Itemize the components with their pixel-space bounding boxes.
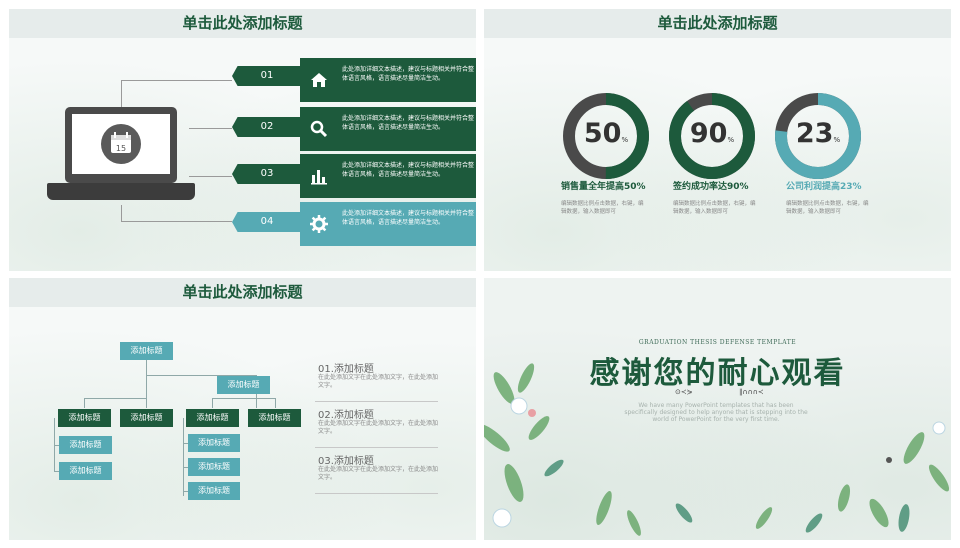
step-text: 此处添加详细文本描述，建议与标题相关并符合整体语言风格，语言描述尽量简洁生动。 — [342, 115, 475, 131]
stat-value: 50 — [583, 118, 622, 149]
slide-title: 单击此处添加标题 — [9, 278, 476, 307]
step-text: 此处添加详细文本描述，建议与标题相关并符合整体语言风格，语言描述尽量简洁生动。 — [342, 210, 475, 226]
stat-percent: % — [621, 136, 629, 144]
stat-desc: 编辑数据比例点击数据，右键，编辑数据，输入数据即可 — [561, 201, 644, 215]
org-node[interactable]: 添加标题 — [188, 434, 240, 452]
tree-line — [146, 360, 147, 408]
step-card[interactable]: 此处添加详细文本描述，建议与标题相关并符合整体语言风格，语言描述尽量简洁生动。 — [300, 107, 476, 151]
slide-org-chart[interactable]: 单击此处添加标题 添加标题 添加标题 添加标题 添加标题 添加标题 添加标题 添… — [9, 278, 476, 540]
org-node[interactable]: 添加标题 — [188, 458, 240, 476]
tree-line — [212, 398, 275, 399]
magnifier-icon — [300, 107, 338, 151]
stat-label: 签约成功率达90% — [673, 182, 749, 192]
slide-title: 单击此处添加标题 — [484, 9, 951, 38]
stat-label: 公司利润提高23% — [786, 182, 862, 192]
org-node[interactable]: 添加标题 — [59, 436, 112, 454]
step-number: 03 — [232, 164, 302, 184]
stat-label: 销售量全年提高50% — [561, 182, 646, 192]
step-number: 02 — [232, 117, 302, 137]
tree-line — [275, 398, 276, 408]
tree-line — [256, 393, 257, 408]
stat-ring: 50% — [562, 92, 650, 184]
info-title: 01.添加标题 — [318, 364, 374, 375]
tree-line — [84, 398, 146, 399]
divider — [315, 447, 438, 448]
org-node[interactable]: 添加标题 — [188, 482, 240, 500]
org-node[interactable]: 添加标题 — [186, 409, 239, 427]
stat-percent: % — [727, 136, 735, 144]
laptop-base — [47, 183, 195, 200]
step-text: 此处添加详细文本描述，建议与标题相关并符合整体语言风格，语言描述尽量简洁生动。 — [342, 66, 475, 82]
connector-line — [189, 128, 232, 129]
info-title: 02.添加标题 — [318, 410, 374, 421]
slide-title: 单击此处添加标题 — [9, 9, 476, 38]
tree-line — [84, 398, 85, 408]
stat-value: 23 — [795, 118, 834, 149]
connector-line — [121, 221, 232, 222]
connector-line — [121, 80, 122, 107]
slide-description: We have many PowerPoint templates that h… — [624, 402, 808, 423]
tree-line — [183, 418, 184, 496]
stat-ring: 90% — [668, 92, 756, 184]
org-node[interactable]: 添加标题 — [120, 342, 173, 360]
org-node[interactable]: 添加标题 — [217, 376, 270, 394]
stat-desc: 编辑数据比例点击数据，右键，编辑数据，输入数据即可 — [673, 201, 756, 215]
laptop-screen: 15 — [65, 107, 177, 183]
org-node[interactable]: 添加标题 — [248, 409, 301, 427]
step-text: 此处添加详细文本描述，建议与标题相关并符合整体语言风格，语言描述尽量简洁生动。 — [342, 162, 475, 178]
divider — [315, 493, 438, 494]
info-title: 03.添加标题 — [318, 456, 374, 467]
info-text: 在此处添加文字在此处添加文字，在此处添加文字。 — [318, 420, 439, 435]
calendar-icon: 15 — [101, 124, 141, 164]
stat-percent: % — [833, 136, 841, 144]
step-card[interactable]: 此处添加详细文本描述，建议与标题相关并符合整体语言风格，语言描述尽量简洁生动。 — [300, 58, 476, 102]
bar-chart-icon — [300, 154, 338, 198]
logo-mark: ∥∩∩∩≺ — [739, 388, 764, 396]
stat-value: 90 — [689, 118, 728, 149]
step-card[interactable]: 此处添加详细文本描述，建议与标题相关并符合整体语言风格，语言描述尽量简洁生动。 — [300, 202, 476, 246]
org-node[interactable]: 添加标题 — [58, 409, 111, 427]
stat-desc: 编辑数据比例点击数据，右键，编辑数据，输入数据即可 — [786, 201, 869, 215]
gear-icon — [300, 202, 338, 246]
step-number: 01 — [232, 66, 302, 86]
slide-subtitle: GRADUATION THESIS DEFENSE TEMPLATE — [638, 339, 797, 346]
info-text: 在此处添加文字在此处添加文字，在此处添加文字。 — [318, 466, 439, 481]
step-card[interactable]: 此处添加详细文本描述，建议与标题相关并符合整体语言风格，语言描述尽量简洁生动。 — [300, 154, 476, 198]
divider — [315, 401, 438, 402]
connector-line — [189, 176, 232, 177]
logo-mark: ⊙≺⋟ — [675, 388, 693, 396]
info-text: 在此处添加文字在此处添加文字，在此处添加文字。 — [318, 374, 439, 389]
svg-text:15: 15 — [116, 144, 126, 153]
org-node[interactable]: 添加标题 — [120, 409, 173, 427]
connector-line — [121, 80, 232, 81]
step-number: 04 — [232, 212, 302, 232]
slide-thanks[interactable]: GRADUATION THESIS DEFENSE TEMPLATE 感谢您的耐… — [484, 278, 951, 540]
org-node[interactable]: 添加标题 — [59, 462, 112, 480]
house-icon — [300, 58, 338, 102]
slide-stats[interactable]: 单击此处添加标题 50% 销售量全年提高50% 编辑数据比例点击数据，右键，编辑… — [484, 9, 951, 271]
slide-title: 感谢您的耐心观看 — [589, 356, 846, 391]
connector-line — [121, 205, 122, 221]
tree-line — [212, 398, 213, 408]
slide-timeline[interactable]: 单击此处添加标题 15 01 此处添加详细文本描述，建议与标题相关并符合整体语言… — [9, 9, 476, 271]
stat-ring: 23% — [774, 92, 862, 184]
